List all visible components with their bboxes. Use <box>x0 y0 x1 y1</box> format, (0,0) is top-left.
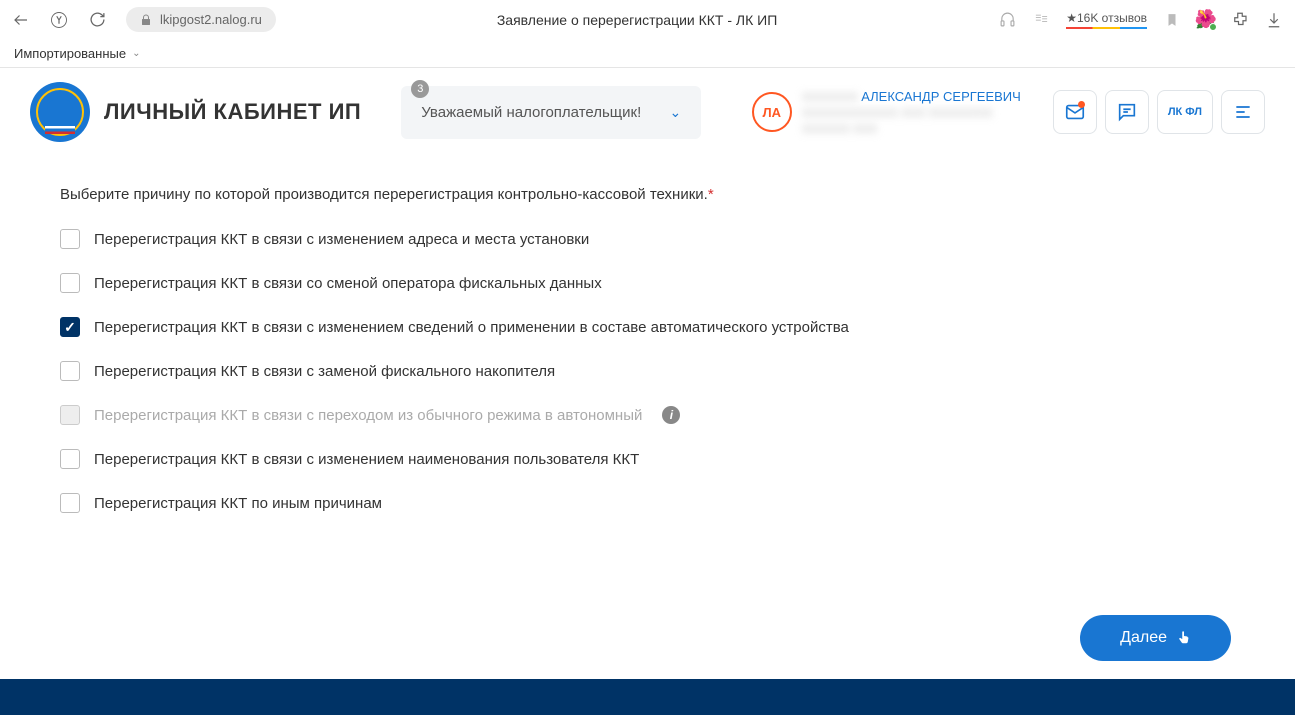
notification-dot-icon <box>1078 101 1085 108</box>
extensions-icon[interactable] <box>1231 11 1249 29</box>
avatar[interactable]: ЛА <box>752 92 792 132</box>
translate-icon[interactable] <box>1032 11 1050 29</box>
option-row: Перерегистрация ККТ в связи с заменой фи… <box>60 361 1235 381</box>
headphones-icon[interactable] <box>998 11 1016 29</box>
option-label: Перерегистрация ККТ по иным причинам <box>94 495 382 512</box>
user-details-line-3: XXXXXX XXX <box>802 122 1021 136</box>
option-checkbox <box>60 405 80 425</box>
notice-count-badge: 3 <box>411 80 429 98</box>
options-list: Перерегистрация ККТ в связи с изменением… <box>60 229 1235 513</box>
logo-block: ЛИЧНЫЙ КАБИНЕТ ИП <box>30 82 361 142</box>
reload-icon[interactable] <box>88 11 106 29</box>
user-name[interactable]: АЛЕКСАНДР СЕРГЕЕВИЧ <box>861 89 1021 104</box>
fns-logo-icon <box>30 82 90 142</box>
option-row: Перерегистрация ККТ в связи с переходом … <box>60 405 1235 425</box>
option-label: Перерегистрация ККТ в связи с изменением… <box>94 319 849 336</box>
user-details-line-2: XXXXXXXXXXXX XXX XXXXXXXX <box>802 106 1021 120</box>
bookmark-icon[interactable] <box>1163 11 1181 29</box>
option-label: Перерегистрация ККТ в связи со сменой оп… <box>94 275 602 292</box>
option-row: Перерегистрация ККТ в связи с изменением… <box>60 317 1235 337</box>
option-checkbox[interactable] <box>60 317 80 337</box>
option-row: Перерегистрация ККТ по иным причинам <box>60 493 1235 513</box>
browser-nav-group: lkipgost2.nalog.ru <box>12 7 276 32</box>
bookmarks-bar: Импортированные ⌄ <box>0 40 1295 68</box>
next-button[interactable]: Далее <box>1080 615 1231 661</box>
option-checkbox[interactable] <box>60 229 80 249</box>
option-checkbox[interactable] <box>60 449 80 469</box>
footer-strip <box>0 679 1295 715</box>
menu-button[interactable] <box>1221 90 1265 134</box>
option-label: Перерегистрация ККТ в связи с заменой фи… <box>94 363 555 380</box>
user-name-row: XXXXXXX АЛЕКСАНДР СЕРГЕЕВИЧ <box>802 88 1021 104</box>
lock-icon <box>140 14 152 26</box>
yandex-icon[interactable] <box>50 11 68 29</box>
tab-title: Заявление о перерегистрации ККТ - ЛК ИП <box>292 12 982 28</box>
lkfl-button[interactable]: ЛК ФЛ <box>1157 90 1213 134</box>
url-bar[interactable]: lkipgost2.nalog.ru <box>126 7 276 32</box>
option-row: Перерегистрация ККТ в связи со сменой оп… <box>60 273 1235 293</box>
url-text: lkipgost2.nalog.ru <box>160 12 262 27</box>
app-header: ЛИЧНЫЙ КАБИНЕТ ИП 3 Уважаемый налогоплат… <box>0 68 1295 156</box>
user-info: XXXXXXX АЛЕКСАНДР СЕРГЕЕВИЧ XXXXXXXXXXXX… <box>802 88 1021 136</box>
notice-text: Уважаемый налогоплательщик! <box>421 104 649 121</box>
browser-right-group: ★16K отзывов 🌺 <box>998 11 1283 29</box>
form-prompt: Выберите причину по которой производится… <box>60 186 1235 203</box>
extension-flower-icon[interactable]: 🌺 <box>1197 11 1215 29</box>
option-row: Перерегистрация ККТ в связи с изменением… <box>60 449 1235 469</box>
chevron-down-icon[interactable]: ⌄ <box>132 48 140 59</box>
bookmarks-imported[interactable]: Импортированные <box>14 46 126 61</box>
chevron-down-icon: ⌄ <box>670 104 682 121</box>
chat-button[interactable] <box>1105 90 1149 134</box>
option-label: Перерегистрация ККТ в связи с изменением… <box>94 231 589 248</box>
user-block: ЛА XXXXXXX АЛЕКСАНДР СЕРГЕЕВИЧ XXXXXXXXX… <box>752 88 1021 136</box>
cursor-hand-icon <box>1177 629 1191 647</box>
notice-dropdown[interactable]: 3 Уважаемый налогоплательщик! ⌄ <box>401 86 701 139</box>
option-label: Перерегистрация ККТ в связи с изменением… <box>94 451 639 468</box>
header-actions: ЛК ФЛ <box>1053 90 1265 134</box>
option-checkbox[interactable] <box>60 361 80 381</box>
required-asterisk: * <box>708 186 714 203</box>
option-checkbox[interactable] <box>60 273 80 293</box>
option-row: Перерегистрация ККТ в связи с изменением… <box>60 229 1235 249</box>
option-checkbox[interactable] <box>60 493 80 513</box>
action-bar: Далее <box>30 597 1265 679</box>
download-icon[interactable] <box>1265 11 1283 29</box>
reviews-badge[interactable]: ★16K отзывов <box>1066 11 1147 29</box>
option-label: Перерегистрация ККТ в связи с переходом … <box>94 407 642 424</box>
main-content: Выберите причину по которой производится… <box>0 162 1295 679</box>
app-title: ЛИЧНЫЙ КАБИНЕТ ИП <box>104 99 361 125</box>
form-card: Выберите причину по которой производится… <box>30 162 1265 597</box>
back-icon[interactable] <box>12 11 30 29</box>
info-icon[interactable]: i <box>662 406 680 424</box>
browser-toolbar: lkipgost2.nalog.ru Заявление о перерегис… <box>0 0 1295 40</box>
mail-button[interactable] <box>1053 90 1097 134</box>
